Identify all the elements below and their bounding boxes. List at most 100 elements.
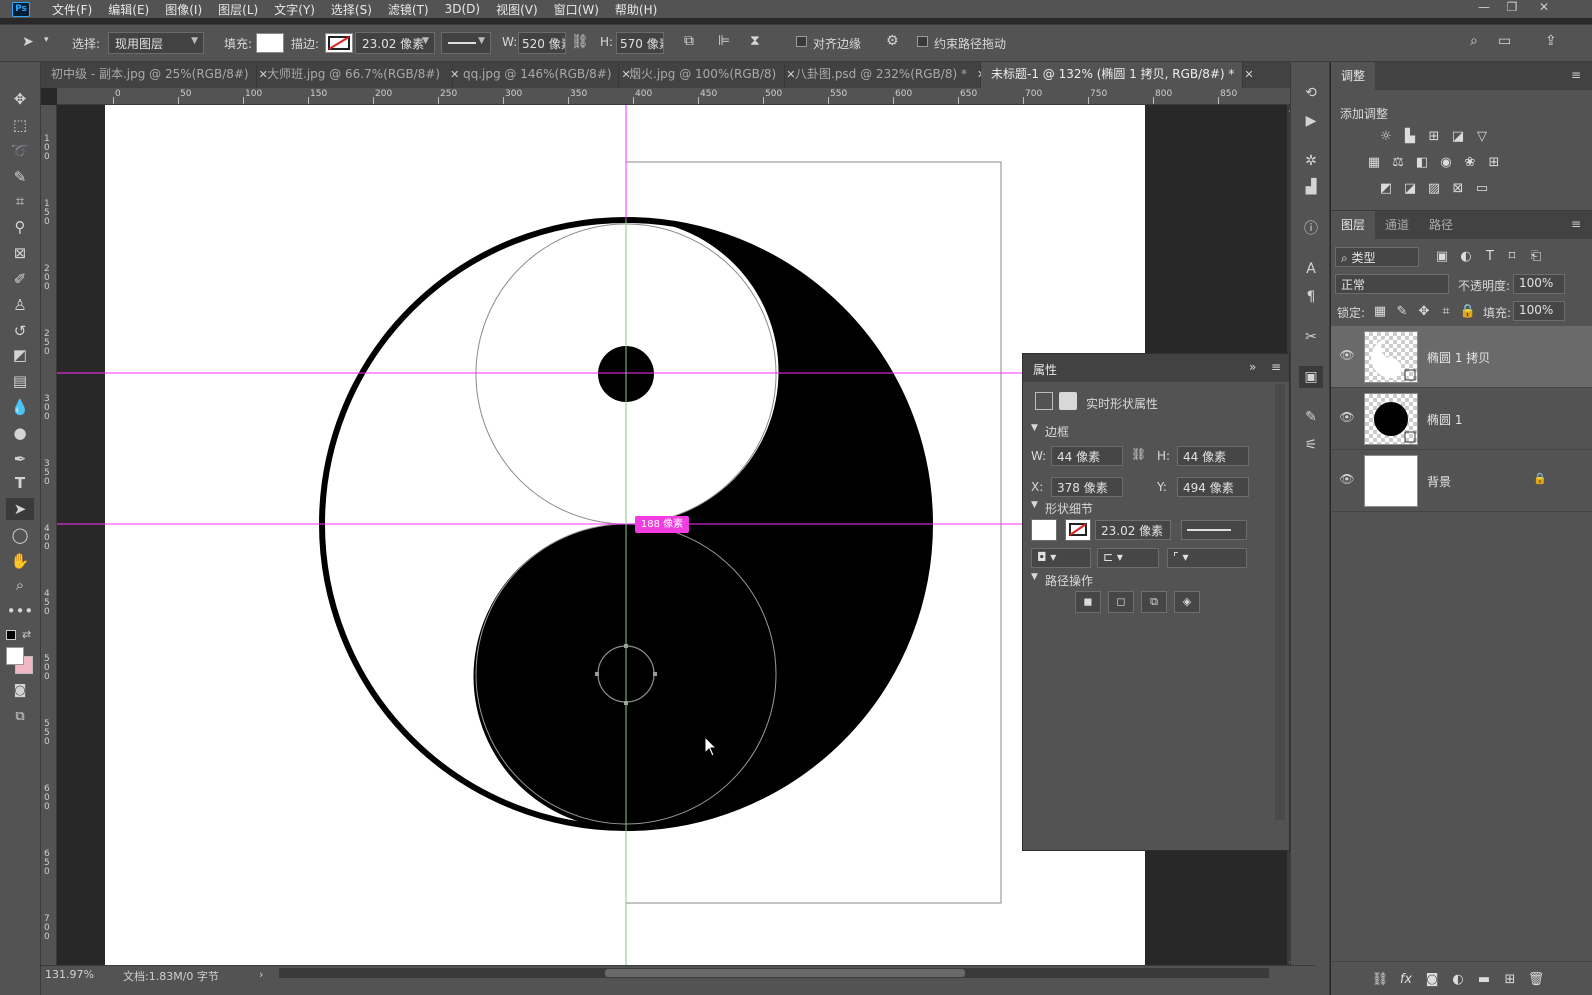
gradient-map-icon[interactable]: ▭ — [1473, 181, 1491, 197]
mask-properties-icon[interactable] — [1059, 392, 1077, 410]
more-tools-icon[interactable]: ••• — [6, 600, 34, 622]
chevron-down-icon[interactable]: ▼ — [1031, 500, 1038, 510]
move-tool-icon[interactable]: ✥ — [6, 88, 34, 110]
gradient-tool-icon[interactable]: ▤ — [6, 370, 34, 392]
fill-swatch[interactable] — [1031, 519, 1057, 541]
tab-layers[interactable]: 图层 — [1331, 211, 1376, 239]
menu-help[interactable]: 帮助(H) — [607, 1, 665, 18]
width-field[interactable]: 520 像素 — [518, 32, 566, 54]
tool-presets-icon[interactable]: ✂ — [1299, 326, 1323, 348]
layer-row[interactable]: 👁 椭圆 1 拷贝 — [1331, 326, 1592, 388]
tab-channels[interactable]: 通道 — [1375, 211, 1419, 239]
fill-field[interactable]: 100% — [1513, 301, 1565, 321]
zoom-level[interactable]: 131.97% — [45, 968, 94, 981]
path-selection-tool-icon[interactable]: ➤ — [22, 34, 34, 50]
stamp-tool-icon[interactable]: ♙ — [6, 294, 34, 316]
tab-document[interactable]: 烟火.jpg @ 100%(RGB/8) ✕ — [619, 62, 795, 88]
menu-view[interactable]: 视图(V) — [488, 1, 546, 18]
character-icon[interactable]: A — [1299, 258, 1323, 280]
tab-adjustments[interactable]: 调整 — [1331, 62, 1376, 90]
lock-all-icon[interactable]: 🔒 — [1459, 304, 1477, 320]
quick-select-tool-icon[interactable]: ✎ — [6, 166, 34, 188]
lock-image-icon[interactable]: ✎ — [1393, 304, 1411, 320]
eye-icon[interactable]: 👁 — [1339, 472, 1355, 486]
path-arrangement-icon[interactable]: ⧗ — [750, 33, 760, 49]
new-adjustment-layer-icon[interactable]: ◐ — [1449, 972, 1467, 988]
menu-file[interactable]: 文件(F) — [44, 1, 100, 18]
intersect-shapes-button[interactable]: ⧉ — [1141, 591, 1167, 613]
fill-swatch[interactable] — [256, 33, 284, 53]
dodge-tool-icon[interactable]: ● — [6, 422, 34, 444]
new-layer-icon[interactable]: ⊞ — [1501, 972, 1519, 988]
status-menu-icon[interactable]: › — [259, 968, 263, 981]
blur-tool-icon[interactable]: 💧 — [6, 396, 34, 418]
new-group-icon[interactable]: ▬ — [1475, 972, 1493, 988]
chevron-down-icon[interactable]: ▼ — [1031, 572, 1038, 582]
direct-selection-tool-icon[interactable]: ➤ — [6, 498, 34, 520]
path-alignment-icon[interactable]: ⊫ — [718, 33, 730, 49]
hue-saturation-icon[interactable]: ▦ — [1365, 155, 1383, 171]
x-field[interactable]: 378 像素 — [1051, 477, 1123, 497]
hand-tool-icon[interactable]: ✋ — [6, 550, 34, 572]
height-field[interactable]: 570 像素 — [616, 32, 664, 54]
actions-play-icon[interactable]: ▶ — [1299, 110, 1323, 132]
add-mask-icon[interactable]: ◙ — [1423, 972, 1441, 988]
constrain-path-checkbox[interactable] — [917, 36, 928, 47]
eraser-tool-icon[interactable]: ◩ — [6, 344, 34, 366]
tab-document[interactable]: 八卦图.psd @ 232%(RGB/8) *✕ — [785, 62, 986, 88]
gear-icon[interactable]: ⚙ — [886, 33, 899, 49]
fx-icon[interactable]: fx — [1397, 972, 1415, 988]
exclude-overlap-button[interactable]: ◈ — [1174, 591, 1200, 613]
marquee-tool-icon[interactable]: ⬚ — [6, 114, 34, 136]
stroke-type-dropdown[interactable] — [1181, 520, 1247, 540]
info-icon[interactable]: ⓘ — [1299, 218, 1323, 240]
lock-transparent-icon[interactable]: ▦ — [1371, 304, 1389, 320]
default-colors-icon[interactable] — [6, 630, 16, 640]
lock-position-icon[interactable]: ✥ — [1415, 304, 1433, 320]
eye-icon[interactable]: 👁 — [1339, 410, 1355, 424]
combine-shapes-button[interactable]: ◼ — [1075, 591, 1101, 613]
ruler-horizontal[interactable]: 0 50 100 150 200 250 300 350 400 450 500 550 600 650 7… — [57, 88, 1315, 105]
menu-window[interactable]: 窗口(W) — [546, 1, 607, 18]
align-edges-checkbox[interactable] — [796, 36, 807, 47]
shape-properties-icon[interactable] — [1035, 392, 1053, 410]
panel-menu-icon[interactable]: ≡ — [1571, 68, 1581, 82]
panel-scrollbar[interactable] — [1275, 384, 1285, 820]
link-icon[interactable]: ⛓ — [571, 34, 589, 50]
menu-filter[interactable]: 滤镜(T) — [380, 1, 437, 18]
brushes-icon[interactable]: ✎ — [1299, 406, 1323, 428]
channel-mixer-icon[interactable]: ❀ — [1461, 155, 1479, 171]
frame-tool-icon[interactable]: ⊠ — [6, 242, 34, 264]
filter-type-icon[interactable]: T — [1481, 249, 1499, 265]
eyedropper-tool-icon[interactable]: ⚲ — [6, 216, 34, 238]
lasso-tool-icon[interactable]: ➰ — [6, 140, 34, 162]
foreground-color-swatch[interactable] — [6, 647, 24, 665]
layer-row[interactable]: 👁 背景 🔒 — [1331, 450, 1592, 512]
stroke-type-dropdown[interactable]: ▼ — [441, 32, 491, 54]
workspace-icon[interactable]: ▭ — [1498, 33, 1511, 49]
curves-icon[interactable]: ⊞ — [1425, 129, 1443, 145]
type-tool-icon[interactable]: T — [6, 472, 34, 494]
menu-type[interactable]: 文字(Y) — [266, 1, 323, 18]
ellipse-tool-icon[interactable]: ◯ — [6, 524, 34, 546]
screen-mode-icon[interactable]: ⧉ — [6, 706, 34, 728]
width-field[interactable]: 44 像素 — [1051, 446, 1123, 466]
tab-document[interactable]: 大师班.jpg @ 66.7%(RGB/8#) ✕ — [257, 62, 459, 88]
vibrance-icon[interactable]: ▽ — [1473, 129, 1491, 145]
tab-active-document[interactable]: 未标题-1 @ 132% (椭圆 1 拷贝, RGB/8#) * ✕ — [981, 62, 1254, 88]
history-icon[interactable]: ⟲ — [1299, 82, 1323, 104]
trash-icon[interactable]: 🗑 — [1527, 972, 1545, 988]
black-white-icon[interactable]: ◧ — [1413, 155, 1431, 171]
scrollbar-thumb[interactable] — [605, 969, 965, 977]
minimize-icon[interactable]: — — [1470, 0, 1498, 16]
color-lookup-icon[interactable]: ⊞ — [1485, 155, 1503, 171]
filter-adjustment-icon[interactable]: ◐ — [1457, 249, 1475, 265]
crop-tool-icon[interactable]: ⌗ — [6, 190, 34, 212]
levels-icon[interactable]: ▙ — [1401, 129, 1419, 145]
history-brush-tool-icon[interactable]: ↺ — [6, 320, 34, 342]
filter-smart-object-icon[interactable]: ⎗ — [1527, 249, 1545, 265]
stroke-align-dropdown[interactable]: ◘ ▾ — [1031, 548, 1091, 568]
horizontal-scrollbar[interactable] — [279, 968, 1269, 978]
height-field[interactable]: 44 像素 — [1177, 446, 1249, 466]
opacity-field[interactable]: 100% — [1513, 274, 1565, 294]
